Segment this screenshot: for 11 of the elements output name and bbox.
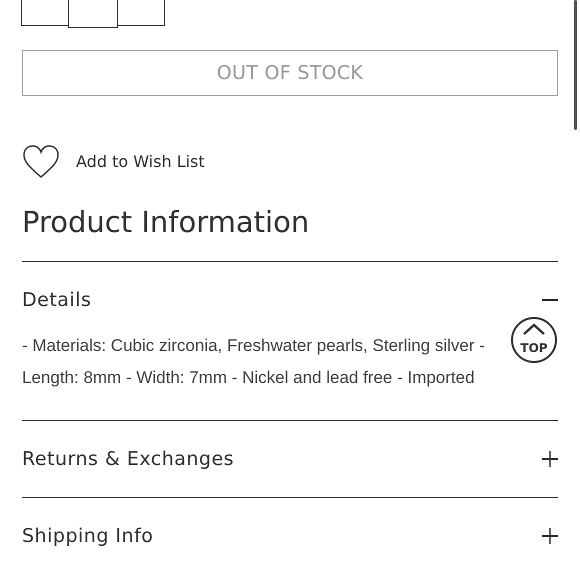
back-to-top-button[interactable]: TOP	[511, 317, 557, 363]
plus-icon[interactable]	[542, 451, 558, 467]
accordion-header[interactable]: Returns & Exchanges	[22, 448, 234, 470]
section-title: Product Information	[22, 205, 310, 239]
details-text: - Materials: Cubic zirconia, Freshwater pearls, Sterling silver - Length: 8mm - Width: 7mm - Nickel and lead free - Imported	[22, 335, 486, 389]
accordion-header[interactable]: Details	[22, 289, 92, 311]
plus-icon[interactable]	[542, 528, 558, 544]
chevron-up-icon	[522, 323, 546, 335]
add-to-wish-list-link[interactable]: Add to Wish List	[76, 152, 205, 171]
heart-icon[interactable]	[22, 144, 60, 179]
accordion-header[interactable]: Shipping Info	[22, 525, 154, 547]
